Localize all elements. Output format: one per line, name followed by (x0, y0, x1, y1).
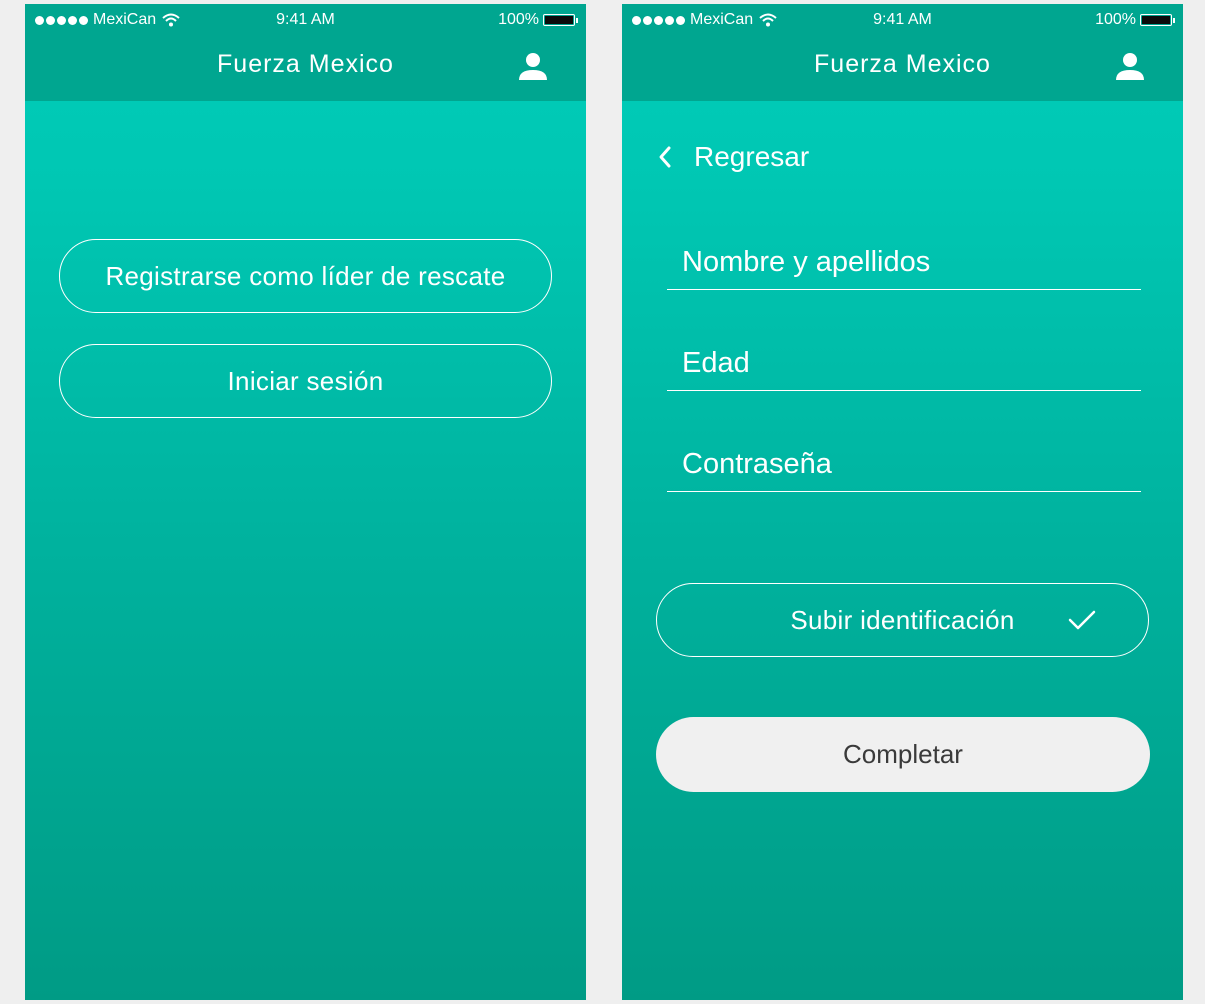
app-title: Fuerza Mexico (814, 50, 991, 78)
battery-level: 100% (1095, 11, 1136, 28)
check-icon (1068, 610, 1096, 630)
battery-level: 100% (498, 11, 539, 28)
upload-id-label: Subir identificación (790, 604, 1015, 635)
navigation-bar: MexiCan 9:41 AM 100% Fuerza Mexico (622, 4, 1183, 101)
status-bar: MexiCan 9:41 AM 100% (622, 10, 1183, 30)
age-field[interactable]: Edad (667, 335, 1141, 391)
name-field[interactable]: Nombre y apellidos (667, 234, 1141, 290)
battery-icon (1140, 14, 1172, 26)
login-button[interactable]: Iniciar sesión (59, 344, 552, 418)
back-label: Regresar (694, 141, 810, 172)
battery-indicator: 100% (498, 10, 578, 30)
chevron-left-icon (659, 146, 671, 168)
name-placeholder: Nombre y apellidos (682, 246, 931, 278)
navigation-bar: MexiCan 9:41 AM 100% Fuerza Mexico (25, 4, 586, 101)
complete-button[interactable]: Completar (656, 717, 1150, 792)
register-screen: MexiCan 9:41 AM 100% Fuerza Mexico Regre… (622, 4, 1183, 1000)
user-icon[interactable] (1115, 51, 1145, 81)
password-placeholder: Contraseña (682, 448, 832, 480)
password-field[interactable]: Contraseña (667, 436, 1141, 492)
register-leader-button[interactable]: Registrarse como líder de rescate (59, 239, 552, 313)
age-placeholder: Edad (682, 347, 750, 379)
status-bar: MexiCan 9:41 AM 100% (25, 10, 586, 30)
upload-id-button[interactable]: Subir identificación (656, 583, 1149, 657)
welcome-screen: MexiCan 9:41 AM 100% Fuerza Mexico Regis… (25, 4, 586, 1000)
battery-icon (543, 14, 575, 26)
app-title: Fuerza Mexico (217, 50, 394, 78)
user-icon[interactable] (518, 51, 548, 81)
back-button[interactable]: Regresar (658, 141, 809, 173)
battery-indicator: 100% (1095, 10, 1175, 30)
